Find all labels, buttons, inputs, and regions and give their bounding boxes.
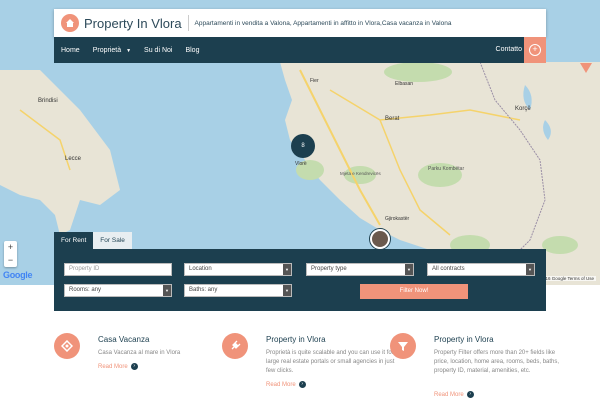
feature-title: Property in Vlora — [434, 335, 494, 344]
read-more-label: Read More — [98, 364, 128, 371]
location-select[interactable]: Location ▼ — [184, 263, 292, 276]
select-arrow-icon: ▼ — [283, 285, 291, 296]
nav-label: Home — [61, 46, 80, 54]
select-value: Property type — [311, 266, 347, 272]
baths-select[interactable]: Baths: any ▼ — [184, 284, 292, 297]
feature-description: Proprietà is quite scalable and you can … — [266, 350, 395, 374]
select-value: Location — [189, 266, 212, 272]
feature-description: Casa Vacanza al mare in Vlora — [98, 350, 181, 356]
nav-label: Proprietà — [92, 46, 122, 54]
chevron-down-icon: ▼ — [126, 47, 132, 54]
property-id-input[interactable]: Property ID — [64, 263, 172, 276]
map-zoom-control: + − — [4, 241, 17, 267]
nav-label: Su di Noi — [144, 46, 173, 54]
site-tagline: Appartamenti in vendita a Valona, Appart… — [194, 19, 452, 27]
contracts-select[interactable]: All contracts ▼ — [427, 263, 535, 276]
chevron-right-icon: › — [466, 391, 474, 398]
add-button[interactable]: + — [524, 37, 546, 63]
plug-icon — [222, 333, 248, 359]
feature-title: Property in Vlora — [266, 335, 326, 344]
nav-drop-indicator — [580, 63, 592, 73]
nav-item-proprieta[interactable]: Proprietà ▼ — [93, 47, 131, 54]
nav-item-contatto[interactable]: Contatto — [496, 46, 522, 53]
nav-item-su-di-noi[interactable]: Su di Noi — [144, 47, 172, 54]
site-title[interactable]: Property In Vlora — [84, 16, 182, 31]
svg-text:Fier: Fier — [310, 78, 319, 84]
site-header: Property In Vlora Appartamenti in vendit… — [54, 9, 546, 37]
svg-text:Elbasan: Elbasan — [395, 81, 413, 87]
map-cluster-marker[interactable]: 8 — [291, 134, 315, 158]
svg-text:Gjirokastër: Gjirokastër — [385, 216, 410, 222]
map-property-pin[interactable] — [370, 229, 390, 249]
header-divider — [187, 15, 189, 31]
plus-icon: + — [529, 44, 541, 56]
select-arrow-icon: ▼ — [526, 264, 534, 275]
zoom-in-button[interactable]: + — [4, 241, 17, 254]
nav-item-blog[interactable]: Blog — [185, 47, 199, 54]
location-diamond-icon — [54, 333, 80, 359]
select-value: All contracts — [432, 266, 465, 272]
svg-text:Korçë: Korçë — [515, 106, 531, 112]
tab-for-rent[interactable]: For Rent — [54, 232, 94, 249]
home-logo-icon[interactable] — [61, 14, 79, 32]
svg-text:Berat: Berat — [385, 116, 400, 122]
nav-label: Blog — [185, 46, 200, 54]
main-nav: Home Proprietà ▼ Su di Noi Blog Contatto … — [54, 37, 546, 63]
chevron-right-icon: › — [130, 363, 138, 370]
read-more-label: Read More — [266, 382, 296, 389]
svg-text:Parku Kombëtar: Parku Kombëtar — [428, 166, 464, 172]
filter-now-button[interactable]: Filter Now! — [360, 284, 468, 299]
page: Brindisi Lecce Fier Berat Vlorë Korçë El… — [0, 0, 600, 400]
select-arrow-icon: ▼ — [163, 285, 171, 296]
read-more-link[interactable]: Read More › — [434, 391, 474, 398]
google-logo: Google — [3, 270, 33, 280]
search-tabs: For Rent For Sale — [54, 232, 132, 249]
tab-for-sale[interactable]: For Sale — [93, 232, 132, 249]
zoom-out-button[interactable]: − — [4, 254, 17, 267]
nav-item-home[interactable]: Home — [61, 47, 80, 54]
svg-text:Lecce: Lecce — [65, 156, 82, 162]
read-more-label: Read More — [434, 392, 464, 399]
filter-icon — [390, 333, 416, 359]
feature-description: Property Filter offers more than 20+ fie… — [434, 350, 560, 374]
property-search-form: Property ID Location ▼ Property type ▼ All… — [54, 249, 546, 311]
svg-text:Vlorë: Vlorë — [295, 161, 307, 167]
select-value: Baths: any — [189, 287, 218, 293]
chevron-right-icon: › — [298, 381, 306, 388]
select-arrow-icon: ▼ — [405, 264, 413, 275]
select-value: Rooms: any — [69, 287, 102, 293]
svg-text:Mjeta e Kendrevicës: Mjeta e Kendrevicës — [340, 171, 382, 176]
feature-title: Casa Vacanza — [98, 335, 150, 344]
svg-text:Brindisi: Brindisi — [38, 98, 58, 104]
select-arrow-icon: ▼ — [283, 264, 291, 275]
read-more-link[interactable]: Read More › — [266, 381, 306, 388]
read-more-link[interactable]: Read More › — [98, 363, 138, 370]
rooms-select[interactable]: Rooms: any ▼ — [64, 284, 172, 297]
property-type-select[interactable]: Property type ▼ — [306, 263, 414, 276]
